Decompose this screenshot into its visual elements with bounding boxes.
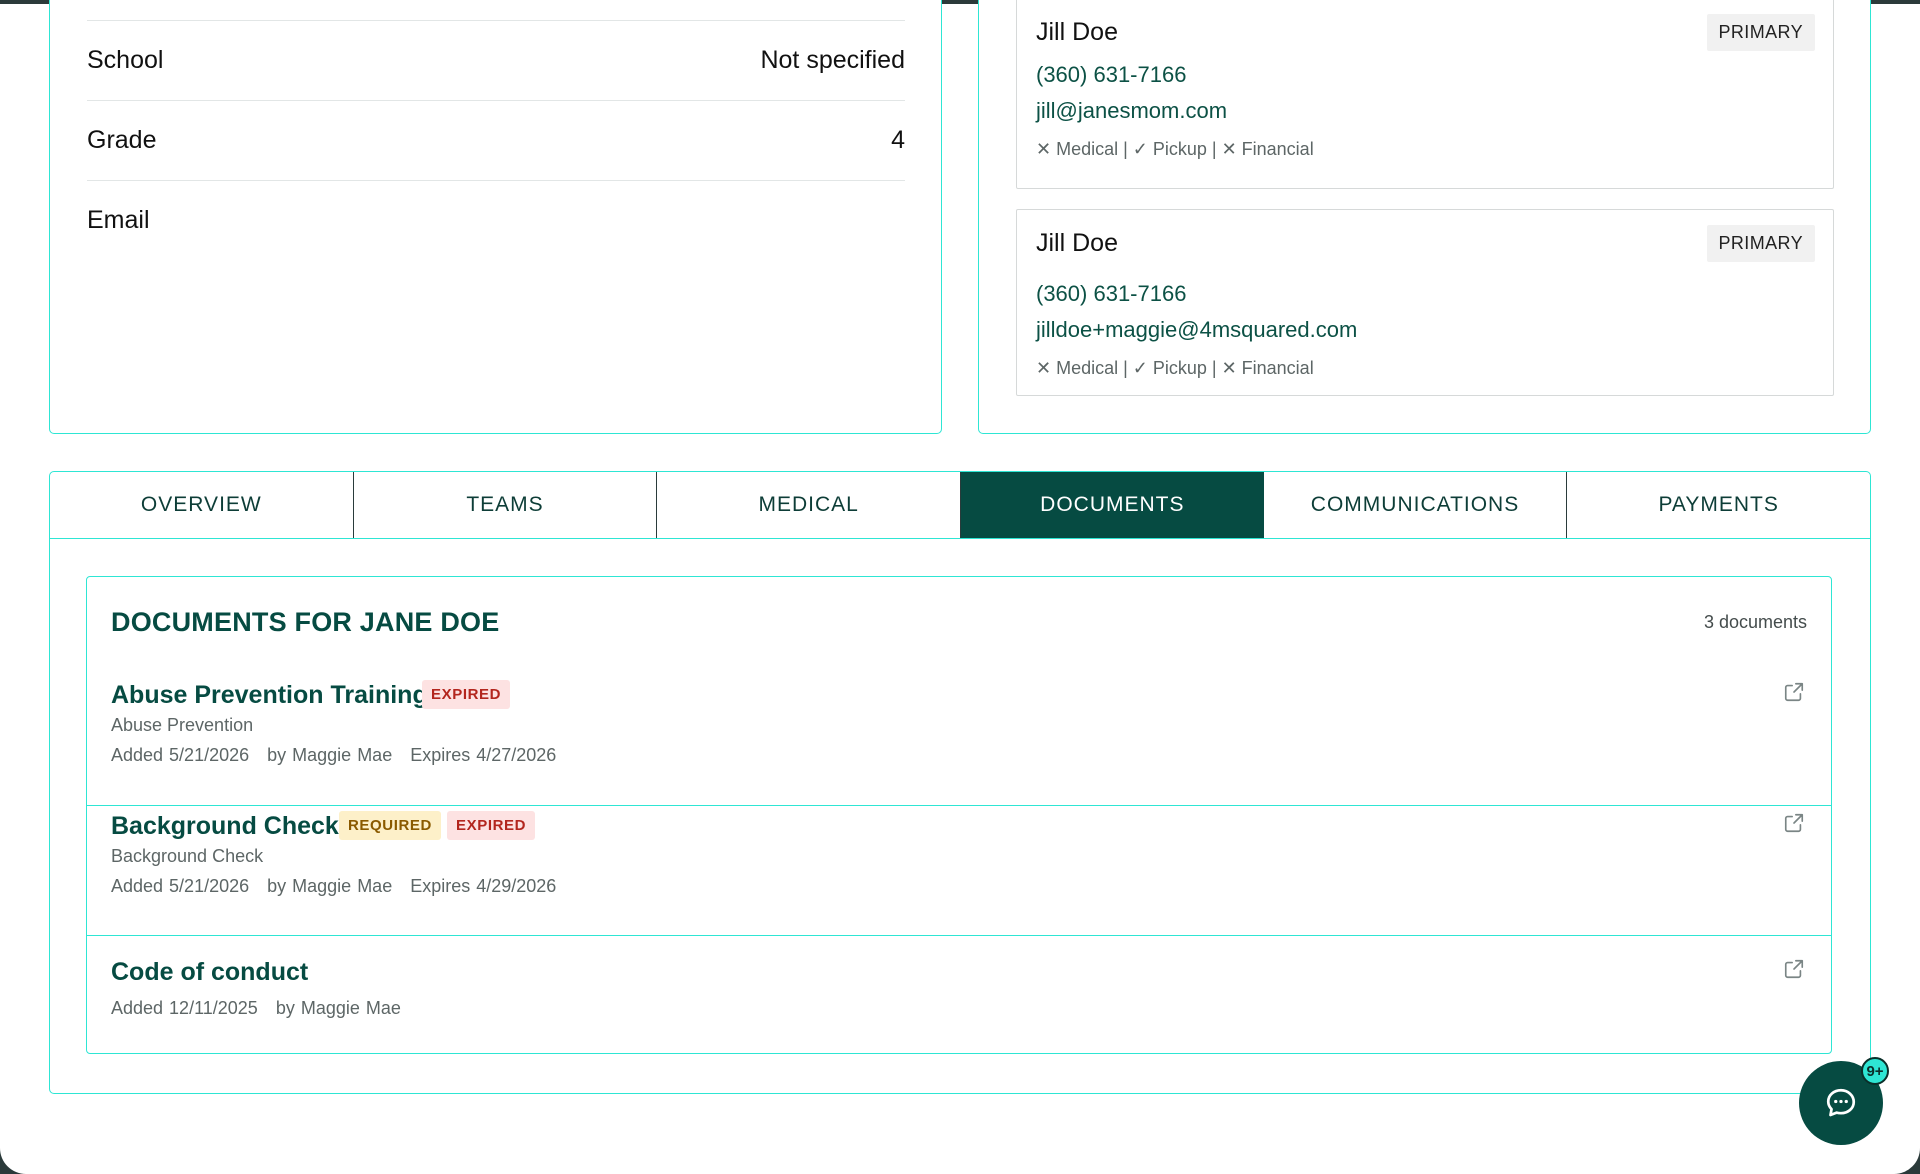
document-item[interactable]: Background Check REQUIRED EXPIRED Backgr… <box>87 806 1831 936</box>
page: School Not specified Grade 4 Email Jill … <box>0 0 1920 1174</box>
document-item[interactable]: Abuse Prevention Training EXPIRED Abuse … <box>87 675 1831 806</box>
required-badge: REQUIRED <box>339 811 441 840</box>
document-author: by Maggie Mae <box>267 745 393 765</box>
document-expires: Expires 4/27/2026 <box>410 745 557 765</box>
student-info-card: School Not specified Grade 4 Email <box>49 0 942 434</box>
info-label: School <box>87 46 164 74</box>
contact-phone[interactable]: (360) 631-7166 <box>1036 281 1186 307</box>
documents-title: DOCUMENTS FOR JANE DOE <box>111 607 500 637</box>
expired-badge: EXPIRED <box>447 811 536 840</box>
notification-badge: 9+ <box>1861 1057 1889 1085</box>
info-row-grade: Grade 4 <box>87 101 905 181</box>
tabs-panel: OVERVIEW TEAMS MEDICAL DOCUMENTS COMMUNI… <box>49 471 1871 1094</box>
contact-phone[interactable]: (360) 631-7166 <box>1036 62 1186 88</box>
expired-badge: EXPIRED <box>422 680 511 709</box>
contact-permissions: ✕ Medical | ✓ Pickup | ✕ Financial <box>1036 139 1314 159</box>
contact-card: Jill Doe PRIMARY (360) 631-7166 jill@jan… <box>1016 0 1834 189</box>
documents-list: DOCUMENTS FOR JANE DOE 3 documents Abuse… <box>86 576 1832 1054</box>
info-label: Email <box>87 206 150 234</box>
chat-bubble-icon <box>1826 1088 1856 1117</box>
document-category: Abuse Prevention <box>111 715 254 735</box>
documents-count: 3 documents <box>1703 612 1807 632</box>
contact-email[interactable]: jill@janesmom.com <box>1036 98 1227 124</box>
document-meta: Added 5/21/2026 by Maggie Mae Expires 4/27… <box>111 745 574 766</box>
tab-teams[interactable]: TEAMS <box>354 472 658 538</box>
contact-card: Jill Doe PRIMARY (360) 631-7166 jilldoe+… <box>1016 209 1834 396</box>
tab-bar: OVERVIEW TEAMS MEDICAL DOCUMENTS COMMUNI… <box>50 472 1870 539</box>
tab-payments[interactable]: PAYMENTS <box>1567 472 1870 538</box>
primary-badge: PRIMARY <box>1706 14 1815 51</box>
contact-name: Jill Doe <box>1036 18 1118 46</box>
info-row-email: Email <box>87 181 905 260</box>
document-added: Added 5/21/2026 <box>111 745 250 765</box>
contact-email[interactable]: jilldoe+maggie@4msquared.com <box>1036 317 1357 343</box>
external-link-icon[interactable] <box>1783 812 1805 834</box>
tab-medical[interactable]: MEDICAL <box>657 472 962 538</box>
document-added: Added 5/21/2026 <box>111 876 250 896</box>
contact-name: Jill Doe <box>1036 229 1118 257</box>
tab-overview[interactable]: OVERVIEW <box>50 472 354 538</box>
contacts-card: Jill Doe PRIMARY (360) 631-7166 jill@jan… <box>978 0 1871 434</box>
external-link-icon[interactable] <box>1783 958 1805 980</box>
tab-communications[interactable]: COMMUNICATIONS <box>1264 472 1568 538</box>
info-value: Not specified <box>760 46 905 74</box>
document-title[interactable]: Code of conduct <box>111 958 308 987</box>
info-row-school: School Not specified <box>87 21 905 101</box>
document-added: Added 12/11/2025 <box>111 998 258 1018</box>
document-author: by Maggie Mae <box>275 998 401 1018</box>
document-title[interactable]: Background Check <box>111 812 339 841</box>
contact-permissions: ✕ Medical | ✓ Pickup | ✕ Financial <box>1036 358 1314 378</box>
document-author: by Maggie Mae <box>267 876 393 896</box>
primary-badge: PRIMARY <box>1706 225 1815 262</box>
document-title[interactable]: Abuse Prevention Training <box>111 681 428 710</box>
document-category: Background Check <box>111 846 264 866</box>
document-meta: Added 12/11/2025 by Maggie Mae <box>111 998 419 1019</box>
external-link-icon[interactable] <box>1783 681 1805 703</box>
tab-documents[interactable]: DOCUMENTS <box>961 472 1264 538</box>
document-expires: Expires 4/29/2026 <box>410 876 557 896</box>
document-item[interactable]: Code of conduct Added 12/11/2025 by Maggi… <box>87 936 1831 1051</box>
info-label: Grade <box>87 126 157 154</box>
document-meta: Added 5/21/2026 by Maggie Mae Expires 4/29… <box>111 876 574 897</box>
info-value: 4 <box>891 126 905 154</box>
